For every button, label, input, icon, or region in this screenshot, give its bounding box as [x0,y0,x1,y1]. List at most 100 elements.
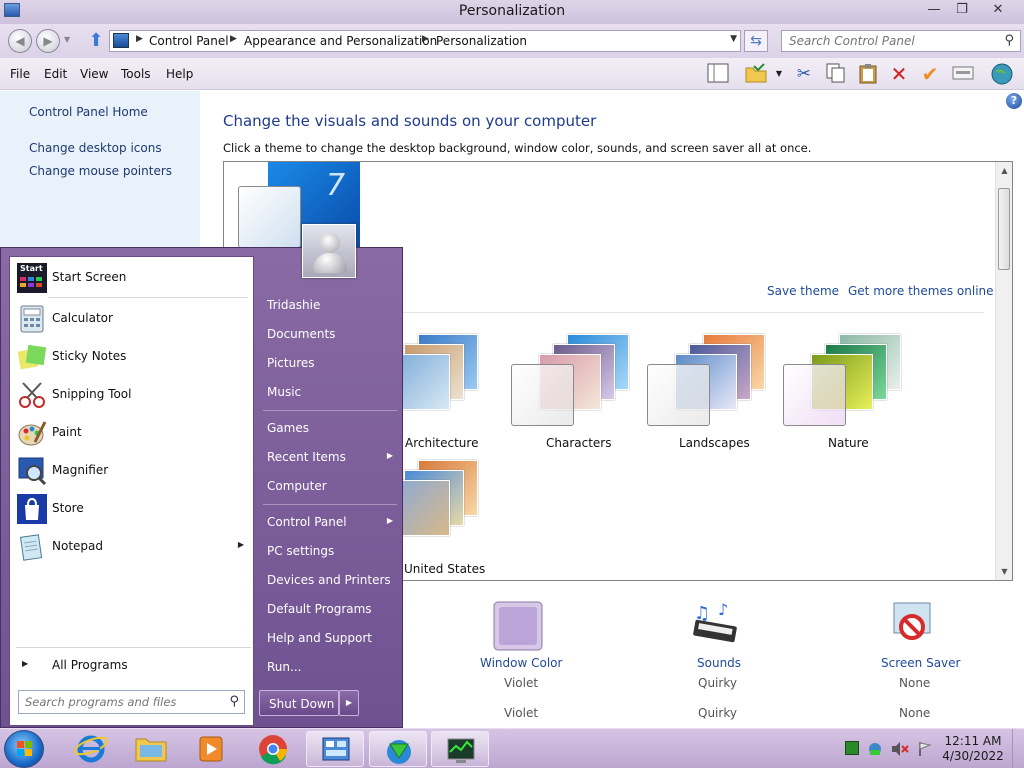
back-button[interactable]: ◀ [8,29,32,53]
globe-icon[interactable] [990,62,1014,86]
theme-united-states-label[interactable]: United States [404,562,485,576]
sounds-label[interactable]: Sounds [697,656,741,670]
start-menu-recent-items[interactable]: Recent Items ▶ [259,444,401,471]
start-menu-item-calculator[interactable]: Calculator [15,302,250,336]
breadcrumb-appearance[interactable]: Appearance and Personalization [244,34,437,48]
taskbar-chrome[interactable] [244,731,302,767]
search-icon[interactable]: ⚲ [229,694,239,709]
address-box[interactable]: ▶ Control Panel ▶ Appearance and Persona… [109,30,741,52]
get-more-themes-link[interactable]: Get more themes online [848,284,994,298]
start-menu-documents[interactable]: Documents [259,321,401,348]
start-menu-default-programs[interactable]: Default Programs [259,596,401,623]
paste-icon[interactable] [856,62,880,86]
address-dropdown-icon[interactable]: ▼ [730,34,737,44]
theme-nature-label[interactable]: Nature [828,436,869,450]
start-menu-devices-printers[interactable]: Devices and Printers [259,567,401,594]
taskbar-download-manager[interactable] [369,731,427,767]
start-menu-games[interactable]: Games [259,415,401,442]
start-menu-pictures[interactable]: Pictures [259,350,401,377]
tray-battery-icon[interactable] [845,741,859,755]
taskbar-task-manager[interactable] [431,731,489,767]
menu-file[interactable]: File [10,67,30,81]
folder-options-icon[interactable] [744,62,768,86]
forward-button[interactable]: ▶ [36,29,60,53]
theme-architecture-label[interactable]: Architecture [405,436,478,450]
start-menu-user-folder[interactable]: Tridashie [259,292,401,319]
theme-list-scrollbar[interactable]: ▲ ▼ [995,162,1012,580]
start-menu-item-magnifier[interactable]: Magnifier [15,454,250,488]
menu-tools[interactable]: Tools [121,67,151,81]
window-color-icon[interactable] [493,601,543,651]
tray-network-icon[interactable] [867,741,881,755]
breadcrumb-control-panel[interactable]: Control Panel [149,34,229,48]
theme-nature[interactable] [783,332,903,432]
properties-icon[interactable] [951,62,975,86]
title-bar[interactable]: Personalization — ❐ ✕ [0,0,1024,24]
notepad-jumplist-arrow-icon[interactable]: ▶ [238,540,244,549]
start-menu-item-store[interactable]: Store [15,492,250,526]
breadcrumb-arrow-icon[interactable]: ▶ [422,34,429,44]
control-panel-home-link[interactable]: Control Panel Home [29,105,148,119]
change-desktop-icons-link[interactable]: Change desktop icons [29,141,162,155]
start-menu-run[interactable]: Run... [259,654,401,681]
theme-landscapes[interactable] [647,332,767,432]
taskbar-clock[interactable]: 12:11 AM 4/30/2022 [942,734,1004,764]
copy-icon[interactable] [823,62,847,86]
theme-landscapes-label[interactable]: Landscapes [679,436,750,450]
show-desktop-button[interactable] [1012,729,1024,768]
start-menu-computer[interactable]: Computer [259,473,401,500]
help-icon[interactable]: ? [1006,93,1022,109]
start-search-input[interactable] [19,691,214,713]
menu-view[interactable]: View [80,67,108,81]
menu-edit[interactable]: Edit [44,67,67,81]
taskbar-control-panel[interactable] [306,731,364,767]
search-icon[interactable]: ⚲ [1004,33,1014,48]
taskbar-file-explorer[interactable] [122,731,180,767]
tray-volume-muted-icon[interactable] [891,741,909,756]
search-control-panel-box[interactable]: ⚲ [781,30,1021,52]
start-menu-item-snipping-tool[interactable]: Snipping Tool [15,378,250,412]
taskbar-media-player[interactable] [182,731,240,767]
theme-characters[interactable] [511,332,631,432]
scroll-down-icon[interactable]: ▼ [996,567,1012,576]
screen-saver-icon[interactable] [888,599,938,649]
shut-down-options-button[interactable]: ▶ [339,690,359,716]
start-menu-item-notepad[interactable]: Notepad ▶ [15,530,250,564]
scrollbar-thumb[interactable] [998,188,1010,270]
user-account-picture[interactable] [302,224,356,278]
start-button[interactable] [4,730,44,768]
up-arrow-icon[interactable]: ⬆ [87,31,105,51]
start-menu-item-sticky-notes[interactable]: Sticky Notes [15,340,250,374]
start-menu-control-panel[interactable]: Control Panel ▶ [259,509,401,536]
start-menu-item-start-screen[interactable]: Start Start Screen [15,261,250,295]
start-menu-item-paint[interactable]: Paint [15,416,250,450]
screen-saver-label[interactable]: Screen Saver [881,656,960,670]
taskbar-internet-explorer[interactable] [62,731,120,767]
recent-pages-chevron-icon[interactable]: ▼ [64,35,70,44]
delete-icon[interactable]: ✕ [887,62,911,86]
breadcrumb-arrow-icon[interactable]: ▶ [230,34,237,44]
all-programs-button[interactable]: ▶ All Programs [15,654,250,678]
save-theme-link[interactable]: Save theme [767,284,839,298]
breadcrumb-personalization[interactable]: Personalization [436,34,527,48]
cut-icon[interactable]: ✂ [792,62,816,86]
close-button[interactable]: ✕ [984,1,1012,19]
minimize-button[interactable]: — [920,1,948,19]
layout-icon[interactable] [706,62,730,86]
theme-characters-label[interactable]: Characters [546,436,612,450]
menu-help[interactable]: Help [166,67,193,81]
start-menu-help-support[interactable]: Help and Support [259,625,401,652]
search-control-panel-input[interactable] [782,31,992,51]
start-menu-pc-settings[interactable]: PC settings [259,538,401,565]
scroll-up-icon[interactable]: ▲ [996,166,1012,175]
checkmark-icon[interactable]: ✔ [918,62,942,86]
folder-options-dropdown-icon[interactable]: ▼ [772,62,786,86]
tray-flag-icon[interactable] [917,741,932,756]
start-menu-music[interactable]: Music [259,379,401,406]
shut-down-button[interactable]: Shut Down [259,690,339,716]
window-color-label[interactable]: Window Color [480,656,562,670]
change-mouse-pointers-link[interactable]: Change mouse pointers [29,164,172,178]
sounds-icon[interactable]: ♫ ♪ [690,599,740,649]
start-search-box[interactable]: ⚲ [18,690,245,714]
maximize-button[interactable]: ❐ [948,1,976,19]
